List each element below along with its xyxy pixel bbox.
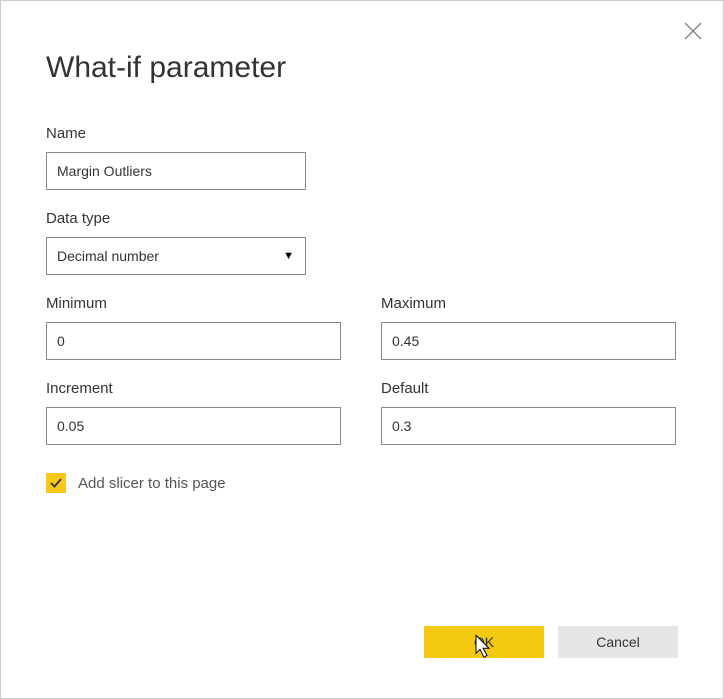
close-icon xyxy=(681,19,705,43)
default-group: Default xyxy=(381,380,676,445)
default-label: Default xyxy=(381,380,676,397)
name-label: Name xyxy=(46,125,306,142)
increment-input[interactable] xyxy=(46,407,341,445)
whatif-dialog: What-if parameter Name Data type Decimal… xyxy=(1,1,723,698)
name-group: Name xyxy=(46,125,306,190)
slicer-checkbox-row: Add slicer to this page xyxy=(46,473,678,493)
datatype-label: Data type xyxy=(46,210,306,227)
cancel-button[interactable]: Cancel xyxy=(558,626,678,658)
increment-label: Increment xyxy=(46,380,341,397)
dialog-title: What-if parameter xyxy=(46,51,678,85)
datatype-group: Data type Decimal number ▼ xyxy=(46,210,306,275)
datatype-select[interactable]: Decimal number xyxy=(46,237,306,275)
maximum-label: Maximum xyxy=(381,295,676,312)
cancel-button-label: Cancel xyxy=(596,634,640,650)
minimum-group: Minimum xyxy=(46,295,341,360)
minimum-input[interactable] xyxy=(46,322,341,360)
name-input[interactable] xyxy=(46,152,306,190)
slicer-checkbox-label: Add slicer to this page xyxy=(78,475,226,492)
default-input[interactable] xyxy=(381,407,676,445)
minimum-label: Minimum xyxy=(46,295,341,312)
ok-button-label: OK xyxy=(474,634,494,650)
button-row: OK Cancel xyxy=(46,626,678,668)
slicer-checkbox[interactable] xyxy=(46,473,66,493)
maximum-input[interactable] xyxy=(381,322,676,360)
ok-button[interactable]: OK xyxy=(424,626,544,658)
increment-group: Increment xyxy=(46,380,341,445)
maximum-group: Maximum xyxy=(381,295,676,360)
close-button[interactable] xyxy=(681,19,705,43)
check-icon xyxy=(49,476,63,490)
